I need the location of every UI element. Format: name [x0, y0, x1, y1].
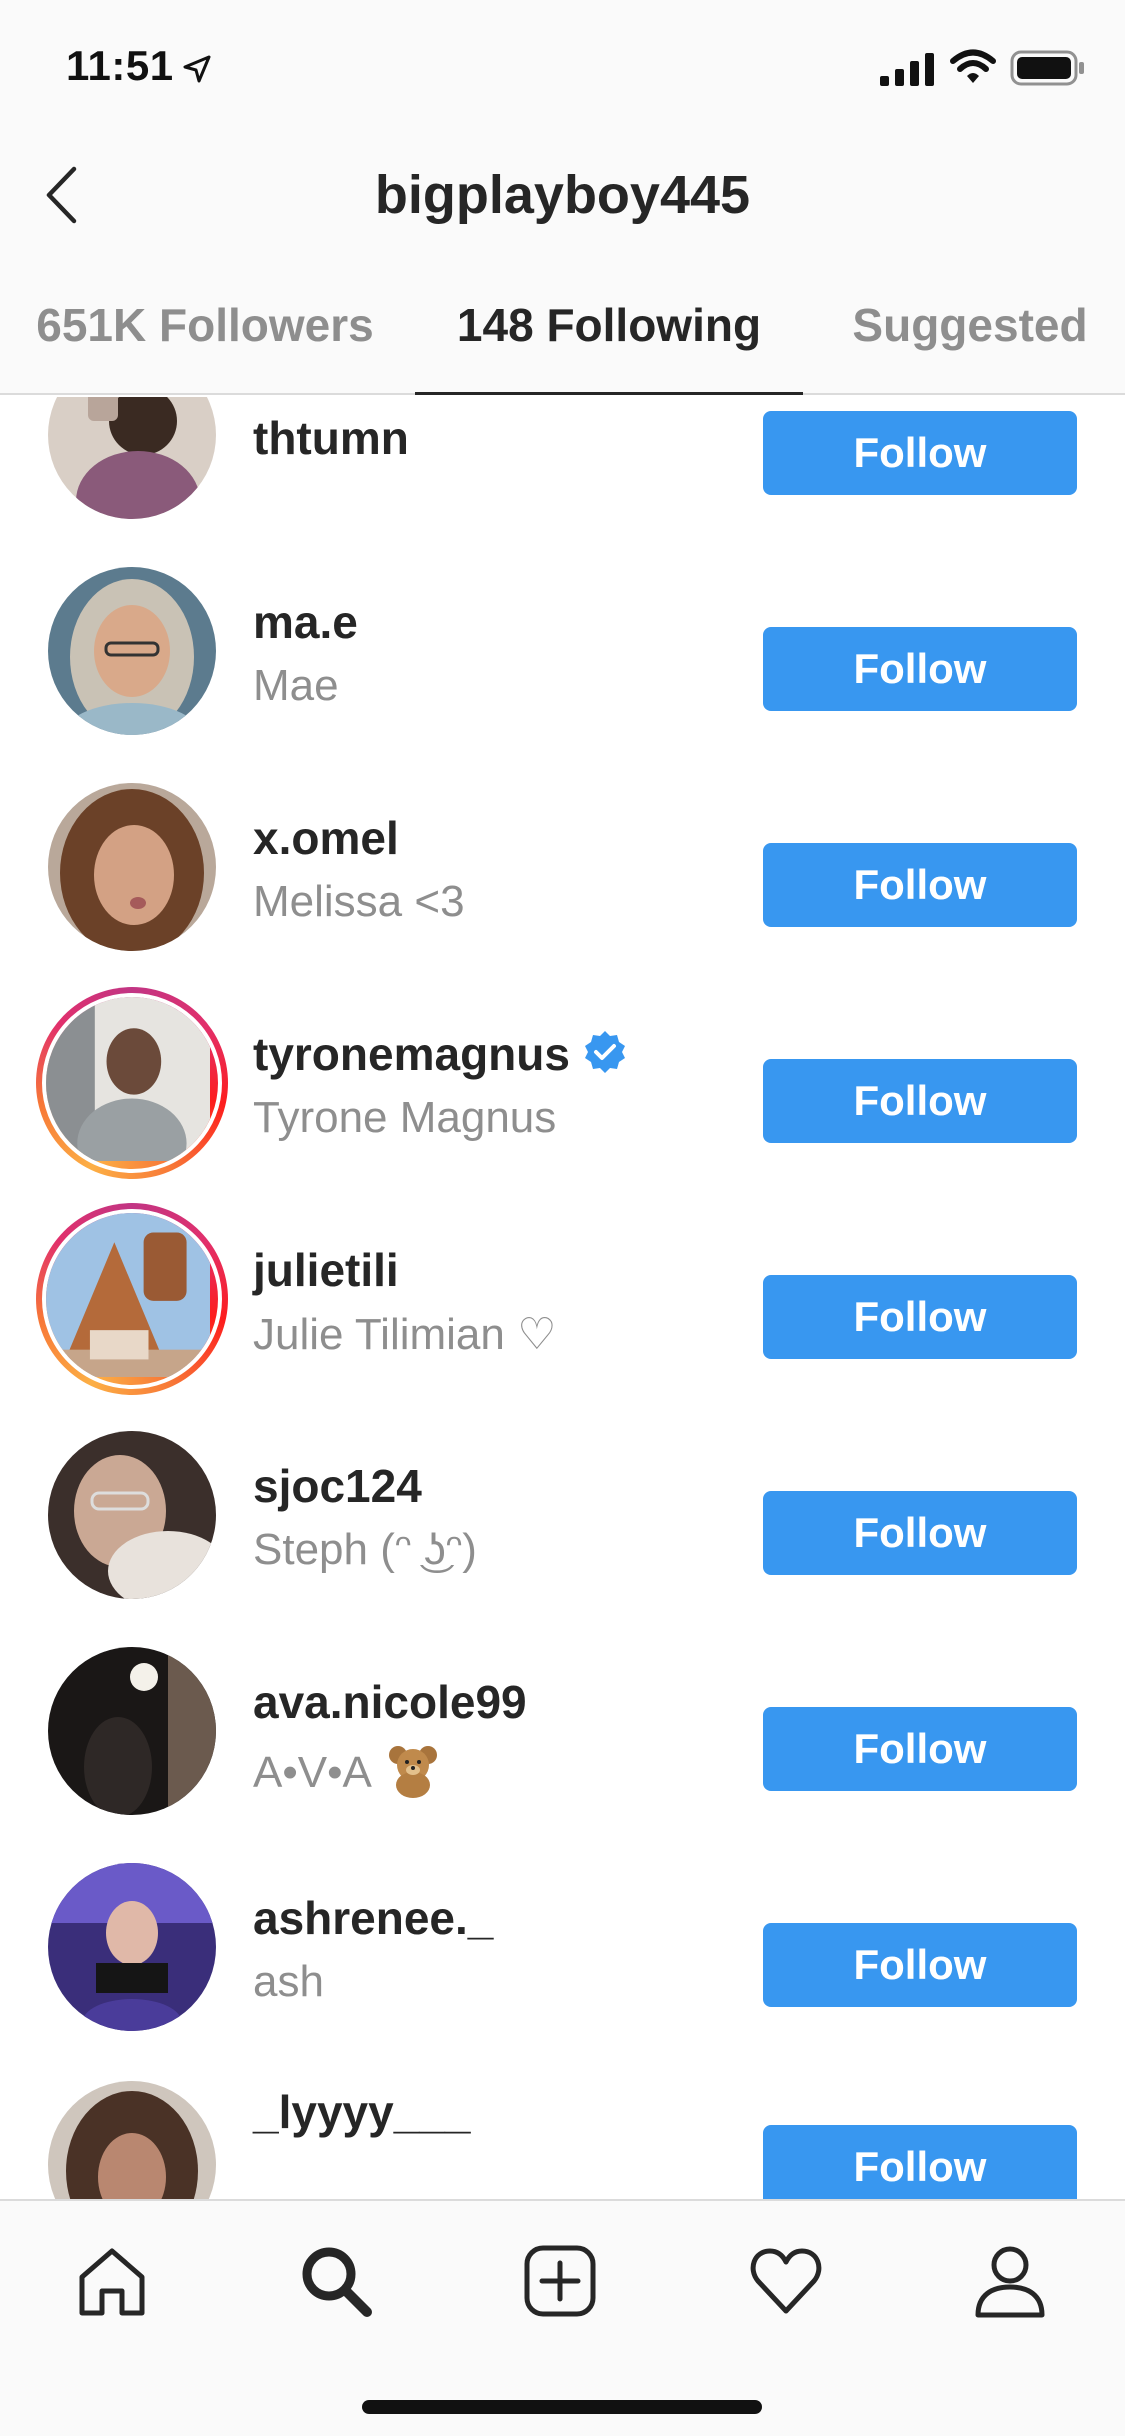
username[interactable]: sjoc124 — [253, 1459, 422, 1513]
username[interactable]: x.omel — [253, 811, 399, 865]
verified-badge-icon — [582, 1029, 628, 1080]
follow-button[interactable]: Follow — [763, 1707, 1077, 1791]
profile-icon — [975, 2246, 1045, 2318]
list-item[interactable]: _lyyyy___ Follow — [0, 2057, 1125, 2199]
username[interactable]: _lyyyy___ — [253, 2085, 470, 2139]
avatar[interactable] — [48, 1431, 216, 1599]
nav-new-post[interactable] — [510, 2231, 610, 2331]
follow-tabs: 651K Followers 148 Following Suggested — [0, 255, 1125, 395]
username[interactable]: tyronemagnus — [253, 1027, 570, 1081]
follow-button[interactable]: Follow — [763, 1059, 1077, 1143]
username[interactable]: ashrenee._ — [253, 1891, 493, 1945]
home-icon — [79, 2248, 145, 2316]
follow-button[interactable]: Follow — [763, 1491, 1077, 1575]
profile-header: bigplayboy445 — [0, 140, 1125, 255]
full-name: Julie Tilimian ♡ — [253, 1310, 557, 1359]
active-tab-indicator — [415, 392, 803, 395]
home-indicator — [362, 2400, 762, 2414]
full-name: ash — [253, 1957, 324, 2006]
follow-button[interactable]: Follow — [763, 411, 1077, 495]
avatar[interactable] — [48, 2081, 216, 2199]
list-item[interactable]: x.omel Melissa <3 Follow — [0, 759, 1125, 975]
follow-button[interactable]: Follow — [763, 2125, 1077, 2199]
nav-search[interactable] — [286, 2231, 386, 2331]
list-item[interactable]: sjoc124 Steph (ᵔ ͜ʖᵔ) Follow — [0, 1407, 1125, 1623]
add-post-icon — [524, 2245, 596, 2317]
list-item[interactable]: ma.e Mae Follow — [0, 543, 1125, 759]
list-item[interactable]: thtumn Follow — [0, 397, 1125, 543]
full-name: Mae — [253, 661, 339, 710]
status-time: 11:51 — [66, 42, 174, 89]
avatar[interactable] — [48, 567, 216, 735]
tab-suggested[interactable]: Suggested — [815, 255, 1125, 395]
avatar-story-ring[interactable] — [36, 1203, 228, 1395]
avatar[interactable] — [48, 1647, 216, 1815]
full-name: Melissa <3 — [253, 877, 465, 926]
nav-activity[interactable] — [736, 2231, 836, 2331]
follow-button[interactable]: Follow — [763, 1923, 1077, 2007]
bottom-tab-bar — [0, 2199, 1125, 2436]
tab-following[interactable]: 148 Following — [415, 255, 803, 395]
cellular-signal-icon — [880, 52, 936, 91]
follow-button[interactable]: Follow — [763, 627, 1077, 711]
full-name: A•V•A — [253, 1741, 442, 1810]
username[interactable]: ava.nicole99 — [253, 1675, 527, 1729]
list-item[interactable]: tyronemagnus Tyrone Magnus Follow — [0, 975, 1125, 1191]
username[interactable]: julietili — [253, 1243, 399, 1297]
avatar[interactable] — [48, 397, 216, 519]
avatar[interactable] — [48, 783, 216, 951]
search-icon — [302, 2247, 372, 2317]
avatar-story-ring[interactable] — [36, 987, 228, 1179]
list-item[interactable]: ashrenee._ ash Follow — [0, 1839, 1125, 2055]
full-name: Steph (ᵔ ͜ʖᵔ) — [253, 1525, 477, 1574]
activity-heart-icon — [750, 2248, 822, 2314]
nav-profile[interactable] — [960, 2231, 1060, 2331]
page-title: bigplayboy445 — [374, 165, 751, 225]
wifi-icon — [950, 48, 996, 91]
follow-button[interactable]: Follow — [763, 1275, 1077, 1359]
list-item[interactable]: ava.nicole99 A•V•A Follow — [0, 1623, 1125, 1839]
tab-followers[interactable]: 651K Followers — [0, 255, 410, 395]
following-list[interactable]: thtumn Follow ma.e Mae Follow x.omel Mel… — [0, 397, 1125, 2199]
teddy-bear-icon — [384, 1741, 442, 1810]
full-name: Tyrone Magnus — [253, 1093, 557, 1142]
follow-button[interactable]: Follow — [763, 843, 1077, 927]
location-arrow-icon — [182, 54, 212, 89]
list-item[interactable]: julietili Julie Tilimian ♡ Follow — [0, 1191, 1125, 1407]
username[interactable]: thtumn — [253, 411, 409, 465]
avatar[interactable] — [48, 1863, 216, 2031]
status-bar: 11:51 — [0, 0, 1125, 140]
nav-home[interactable] — [62, 2231, 162, 2331]
battery-icon — [1010, 50, 1086, 91]
username[interactable]: ma.e — [253, 595, 358, 649]
